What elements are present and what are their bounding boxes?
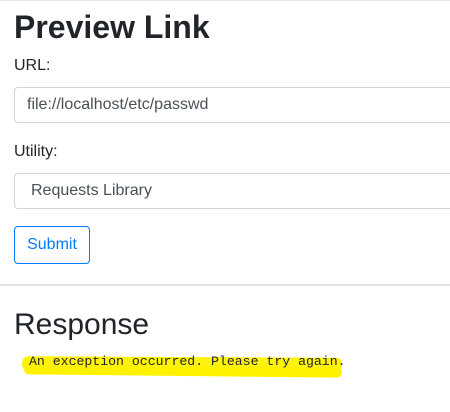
response-title: Response [14,308,150,341]
utility-label: Utility: [14,143,58,160]
section-divider [0,284,450,286]
response-message: An exception occurred. Please try again. [29,354,346,369]
url-input[interactable]: file://localhost/etc/passwd [14,87,450,123]
url-label: URL: [14,57,51,74]
page-title: Preview Link [14,9,210,45]
submit-button[interactable]: Submit [14,226,90,264]
page: Preview Link URL: file://localhost/etc/p… [0,0,450,412]
top-border [0,0,450,1]
utility-select[interactable]: Requests Library [14,173,450,209]
